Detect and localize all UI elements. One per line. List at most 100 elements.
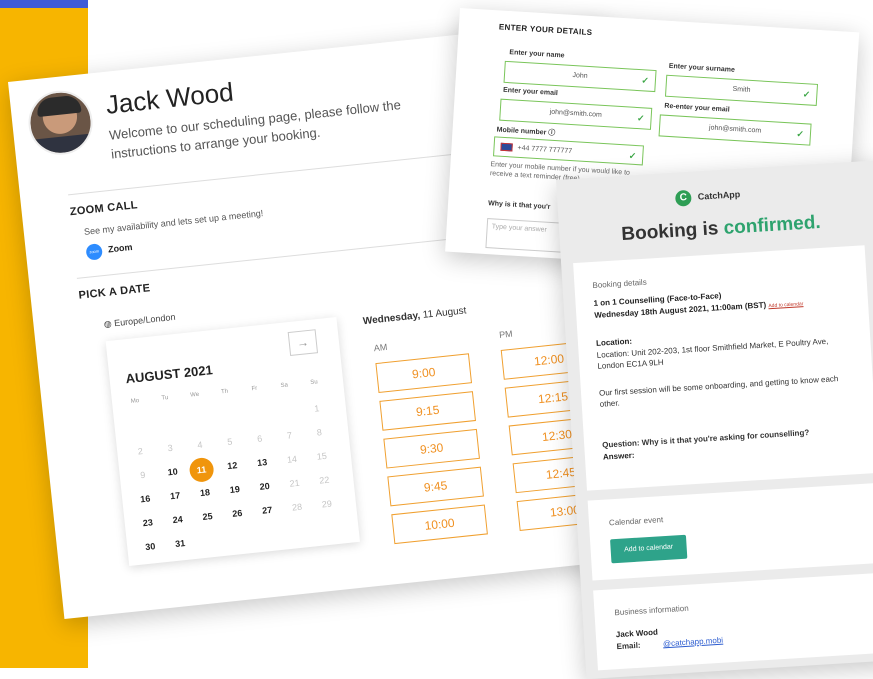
pick-date-heading: PICK A DATE: [78, 282, 151, 302]
check-icon: ✓: [636, 113, 645, 124]
calendar-day[interactable]: 16: [131, 487, 159, 512]
calendar-day: 5: [226, 436, 233, 448]
answer-label: Answer:: [602, 450, 635, 462]
check-icon: ✓: [641, 75, 650, 86]
booking-details-label: Booking details: [592, 277, 647, 290]
calendar-day[interactable]: 20: [251, 474, 279, 499]
email-label: Enter your email: [502, 86, 559, 98]
timezone-label: Europe/London: [113, 311, 176, 329]
calendar-day[interactable]: 25: [193, 504, 221, 529]
surname-value: Smith: [732, 85, 751, 94]
calendar-day[interactable]: 31: [166, 531, 194, 556]
weekday-label: Mo: [130, 398, 140, 405]
calendar-day: 2: [137, 445, 144, 457]
timezone-selector[interactable]: ◍ Europe/London: [103, 312, 176, 330]
avatar-shirt: [32, 133, 94, 156]
mobile-label: Mobile number ⓘ: [496, 124, 555, 138]
background-blue-strip: [0, 0, 88, 8]
weekday-label: We: [190, 391, 200, 399]
weekday-label: Fr: [251, 385, 258, 393]
mobile-value: +44 7777 777777: [517, 144, 573, 156]
question-label: Why is it that you'r: [487, 200, 551, 211]
calendar-day[interactable]: 26: [223, 501, 251, 526]
calendar-day: 9: [139, 469, 146, 481]
check-icon: ✓: [796, 128, 805, 140]
brand-name: CatchApp: [697, 189, 741, 202]
calendar-day[interactable]: 11: [188, 456, 215, 484]
help-icon[interactable]: ⓘ: [548, 130, 555, 137]
calendar-day[interactable]: 30: [136, 534, 164, 559]
weekday-label: Sa: [280, 382, 289, 390]
calendar-month: AUGUST 2021: [124, 362, 214, 387]
next-month-button[interactable]: →: [287, 329, 319, 357]
zoom-icon: zoom: [85, 243, 104, 261]
calendar-day[interactable]: 10: [159, 460, 187, 485]
mobile-label-text: Mobile number: [496, 126, 547, 137]
confirmation-title: Booking is confirmed.: [621, 212, 822, 246]
weekday-label: Tu: [161, 394, 169, 402]
calendar-day[interactable]: 18: [191, 480, 219, 505]
avatar: [25, 87, 96, 158]
booking-details-card: Booking details 1 on 1 Counselling (Face…: [573, 245, 873, 491]
email-value: john@smith.com: [549, 108, 603, 119]
time-slot-am[interactable]: 9:30: [383, 428, 480, 469]
title-prefix: Booking is: [620, 218, 720, 246]
brand-logo: C CatchApp: [674, 187, 741, 207]
question-text: Why is it that you're asking for counsel…: [641, 428, 810, 448]
business-email-label: Email:: [616, 640, 641, 652]
calendar-day: 22: [318, 474, 330, 486]
avatar-cap: [35, 94, 82, 118]
calendar-day: 8: [316, 427, 323, 438]
first-name-label: Enter your name: [509, 49, 565, 60]
calendar-day[interactable]: 23: [134, 510, 162, 535]
check-icon: ✓: [802, 89, 811, 100]
check-icon: ✓: [628, 150, 637, 162]
calendar-day[interactable]: 13: [248, 450, 276, 475]
calendar-day: 1: [313, 403, 320, 414]
selected-date-heading: Wednesday, 11 August: [362, 305, 467, 327]
calendar-day: 3: [167, 442, 174, 454]
time-slot-am[interactable]: 9:00: [375, 353, 473, 393]
calendar-day: 4: [196, 439, 203, 451]
pm-label: PM: [498, 328, 514, 341]
add-to-calendar-link[interactable]: Add to calendar: [768, 301, 803, 309]
zoom-label: Zoom: [107, 241, 133, 255]
calendar-day: 28: [291, 501, 303, 513]
business-email-link[interactable]: @catchapp.mobi: [663, 636, 724, 649]
calendar-day: 29: [321, 498, 333, 510]
time-slot-am[interactable]: 9:45: [387, 466, 484, 507]
calendar-day[interactable]: 24: [164, 507, 192, 532]
location-text: Location: Unit 202-203, 1st floor Smithf…: [596, 336, 829, 371]
first-name-value: John: [572, 72, 588, 80]
calendar-event-card: Calendar event Add to calendar: [587, 482, 873, 581]
calendar-event-label: Calendar event: [608, 515, 664, 528]
zoom-call-heading: ZOOM CALL: [69, 199, 139, 219]
calendar-day[interactable]: 17: [161, 483, 189, 508]
calendar-day[interactable]: 19: [221, 477, 249, 502]
business-info-card: Business information Jack Wood Email: @c…: [593, 572, 873, 671]
add-to-calendar-button[interactable]: Add to calendar: [610, 534, 688, 564]
reenter-email-label: Re-enter your email: [664, 102, 730, 114]
location-label: Location:: [595, 336, 633, 348]
time-slot-am[interactable]: 9:15: [379, 391, 476, 431]
calendar-day: 14: [286, 453, 298, 465]
calendar: → AUGUST 2021 Mo Tu We Th Fr Sa Su 12345…: [105, 316, 360, 566]
question-label: Question:: [601, 438, 640, 450]
surname-label: Enter your surname: [668, 62, 736, 74]
selected-weekday: Wednesday,: [362, 310, 421, 328]
session-note: Our first session will be some onboardin…: [598, 374, 839, 409]
calendar-day: 7: [286, 430, 293, 441]
surname-input[interactable]: Smith ✓: [664, 74, 819, 106]
catchapp-logo-icon: C: [674, 189, 692, 207]
business-info-label: Business information: [614, 603, 689, 618]
calendar-day: 21: [289, 477, 301, 489]
uk-flag-icon[interactable]: [500, 142, 513, 152]
reenter-email-input[interactable]: john@smith.com ✓: [658, 114, 812, 146]
reenter-email-value: john@smith.com: [708, 124, 762, 135]
calendar-day[interactable]: 27: [253, 498, 281, 523]
am-label: AM: [373, 341, 388, 354]
globe-icon: ◍: [103, 318, 113, 330]
time-slot-am[interactable]: 10:00: [391, 504, 488, 545]
selected-date: 11 August: [422, 305, 467, 321]
calendar-day[interactable]: 12: [218, 453, 246, 478]
